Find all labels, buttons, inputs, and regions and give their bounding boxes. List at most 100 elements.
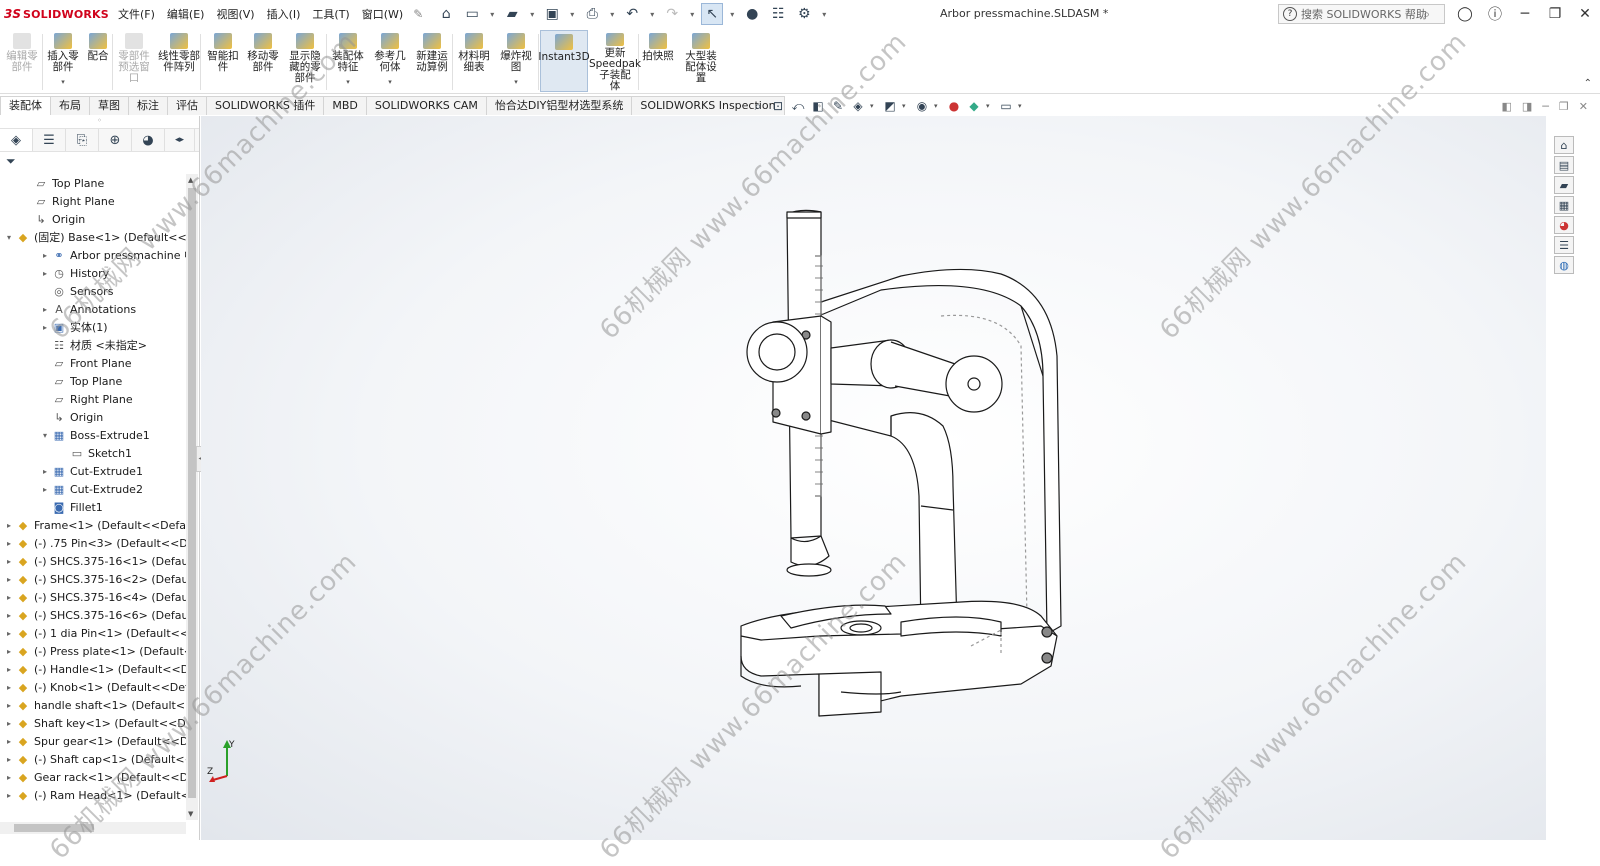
file-explorer-icon[interactable]: ▰ (1554, 176, 1574, 194)
traffic-light-rebuild-icon[interactable]: ● (741, 3, 763, 25)
chevron-down-icon[interactable]: ▾ (487, 3, 497, 25)
tree-node[interactable]: ▸ ▦ Cut-Extrude2 (0, 480, 186, 498)
command-button[interactable]: 新建运 动算例 (412, 30, 452, 92)
tree-node[interactable]: ▸ ◆ (-) Shaft cap<1> (Default<<De (0, 750, 186, 768)
view-palette-icon[interactable]: ▦ (1554, 196, 1574, 214)
tree-node[interactable]: ▱ Front Plane (0, 354, 186, 372)
expand-toggle-icon[interactable]: ▸ (40, 269, 50, 278)
frame-part[interactable] (808, 268, 1062, 637)
solidworks-logo[interactable]: 3S SOLIDWORKS (4, 7, 112, 21)
user-account-icon[interactable]: ◯ (1450, 6, 1480, 22)
tree-node[interactable]: ▸ ◷ History (0, 264, 186, 282)
restore-viewport-button[interactable]: ❐ (1559, 100, 1569, 113)
expand-toggle-icon[interactable]: ▸ (4, 755, 14, 764)
expand-toggle-icon[interactable]: ▸ (4, 701, 14, 710)
view-settings-icon[interactable]: ▭ (998, 98, 1014, 114)
command-button[interactable]: 装配体 特征 ▾ (328, 30, 368, 92)
scroll-down-icon[interactable]: ▼ (188, 810, 193, 818)
expand-toggle-icon[interactable]: ▸ (4, 737, 14, 746)
chevron-down-icon[interactable]: ▾ (819, 3, 829, 25)
chevron-down-icon[interactable]: ▾ (1018, 102, 1026, 110)
restore-button[interactable]: ❐ (1540, 6, 1570, 22)
expand-toggle-icon[interactable]: ▾ (40, 431, 50, 440)
expand-toggle-icon[interactable]: ▸ (40, 485, 50, 494)
expand-toggle-icon[interactable]: ▸ (40, 467, 50, 476)
property-manager-tab-icon[interactable]: ☰ (33, 129, 66, 151)
expand-toggle-icon[interactable]: ▸ (40, 323, 50, 332)
tree-node[interactable]: ▸ ◆ (-) SHCS.375-16<4> (Default< (0, 588, 186, 606)
print-icon[interactable]: ⎙ (581, 3, 603, 25)
expand-toggle-icon[interactable]: ▸ (4, 593, 14, 602)
command-tab[interactable]: SOLIDWORKS 插件 (206, 96, 325, 115)
view-orientation-icon[interactable]: ◈ (850, 98, 866, 114)
tree-node[interactable]: ▾ ▦ Boss-Extrude1 (0, 426, 186, 444)
open-folder-icon[interactable]: ▰ (501, 3, 523, 25)
minimize-button[interactable]: ─ (1510, 6, 1540, 22)
gear-icon[interactable]: ⚙ (793, 3, 815, 25)
command-tab[interactable]: 草图 (89, 96, 129, 115)
chevron-down-icon[interactable]: ▾ (986, 102, 994, 110)
tree-node[interactable]: ▱ Top Plane (0, 174, 186, 192)
tree-node[interactable]: ▾ ◆ (固定) Base<1> (Default<<Def (0, 228, 186, 246)
expand-toggle-icon[interactable]: ▸ (4, 629, 14, 638)
command-tab[interactable]: MBD (323, 96, 367, 115)
tree-node[interactable]: ▸ ◆ Shaft key<1> (Default<<Defau (0, 714, 186, 732)
arbor-press-model[interactable] (201, 116, 1546, 840)
menu-item[interactable]: 插入(I) (261, 6, 307, 22)
search-icon[interactable]: ⌕ (1423, 7, 1430, 22)
collapse-ribbon-icon[interactable]: ⌃ (1584, 78, 1592, 89)
close-button[interactable]: ✕ (1570, 6, 1600, 22)
command-button[interactable]: 爆炸视 图 ▾ (496, 30, 536, 92)
command-button[interactable]: 参考几 何体 ▾ (370, 30, 410, 92)
scroll-thumb[interactable] (14, 824, 94, 832)
tree-node[interactable]: ▸ ◆ (-) Handle<1> (Default<<Defa (0, 660, 186, 678)
configuration-manager-tab-icon[interactable]: ⎘ (66, 129, 99, 151)
tree-node[interactable]: ▸ ◆ (-) SHCS.375-16<1> (Default< (0, 552, 186, 570)
file-properties-icon[interactable]: ☷ (767, 3, 789, 25)
chevron-down-icon[interactable]: ▾ (607, 3, 617, 25)
tree-vertical-scrollbar[interactable]: ▲ ▼ (186, 174, 198, 820)
appearances-icon[interactable]: ◕ (1554, 216, 1574, 234)
chevron-down-icon[interactable]: ▾ (346, 77, 350, 88)
chevron-down-icon[interactable]: ▾ (527, 3, 537, 25)
expand-toggle-icon[interactable]: ▸ (40, 305, 50, 314)
tree-node[interactable]: ▸ A Annotations (0, 300, 186, 318)
design-library-icon[interactable]: ▤ (1554, 156, 1574, 174)
edit-appearance-icon[interactable]: ● (946, 98, 962, 114)
tree-node[interactable]: ▸ ◆ (-) SHCS.375-16<2> (Default< (0, 570, 186, 588)
tree-node[interactable]: ▸ ▣ 实体(1) (0, 318, 186, 336)
expand-toggle-icon[interactable]: ▸ (4, 557, 14, 566)
expand-toggle-icon[interactable]: ▸ (4, 683, 14, 692)
chevron-down-icon[interactable]: ▾ (514, 77, 518, 88)
help-search-input[interactable]: ? 搜索 SOLIDWORKS 帮助 ⌕ (1278, 4, 1445, 24)
command-button[interactable]: 智能扣 件 (204, 30, 242, 92)
tree-node[interactable]: ▱ Right Plane (0, 390, 186, 408)
pin-icon[interactable]: ✎ (413, 7, 423, 21)
feature-manager-tab-icon[interactable]: ◈ (0, 129, 33, 151)
tree-node[interactable]: ▸ ▦ Cut-Extrude1 (0, 462, 186, 480)
tree-node[interactable]: ▱ Top Plane (0, 372, 186, 390)
close-viewport-button[interactable]: ✕ (1579, 100, 1588, 113)
apply-scene-icon[interactable]: ◆ (966, 98, 982, 114)
save-icon[interactable]: ▣ (541, 3, 563, 25)
tree-node[interactable]: ▸ ◆ Frame<1> (Default<<Default> (0, 516, 186, 534)
expand-toggle-icon[interactable]: ▸ (4, 719, 14, 728)
chevron-down-icon[interactable]: ▾ (647, 3, 657, 25)
chevron-down-icon[interactable]: ▾ (61, 77, 65, 88)
help-icon[interactable]: ⓘ (1480, 4, 1510, 24)
tree-node[interactable]: ▸ ◆ (-) Ram Head<1> (Default<<D (0, 786, 186, 804)
command-button[interactable]: 插入零 部件 ▾ (44, 30, 82, 92)
forum-globe-icon[interactable]: ◍ (1554, 256, 1574, 274)
tree-horizontal-scrollbar[interactable] (0, 822, 186, 834)
hide-show-items-icon[interactable]: ◉ (914, 98, 930, 114)
tree-node[interactable]: ▭ Sketch1 (0, 444, 186, 462)
filter-icon[interactable]: ⏷ (0, 152, 199, 170)
command-tab[interactable]: 评估 (167, 96, 207, 115)
display-style-icon[interactable]: ◩ (882, 98, 898, 114)
solidworks-resources-icon[interactable]: ⌂ (1554, 136, 1574, 154)
command-button[interactable]: 材料明 细表 (455, 30, 493, 92)
menu-item[interactable]: 窗口(W) (356, 6, 409, 22)
previous-view-icon[interactable]: ⤺ (790, 98, 806, 114)
chevron-down-icon[interactable]: ▾ (870, 102, 878, 110)
tree-node[interactable]: ☷ 材质 <未指定> (0, 336, 186, 354)
